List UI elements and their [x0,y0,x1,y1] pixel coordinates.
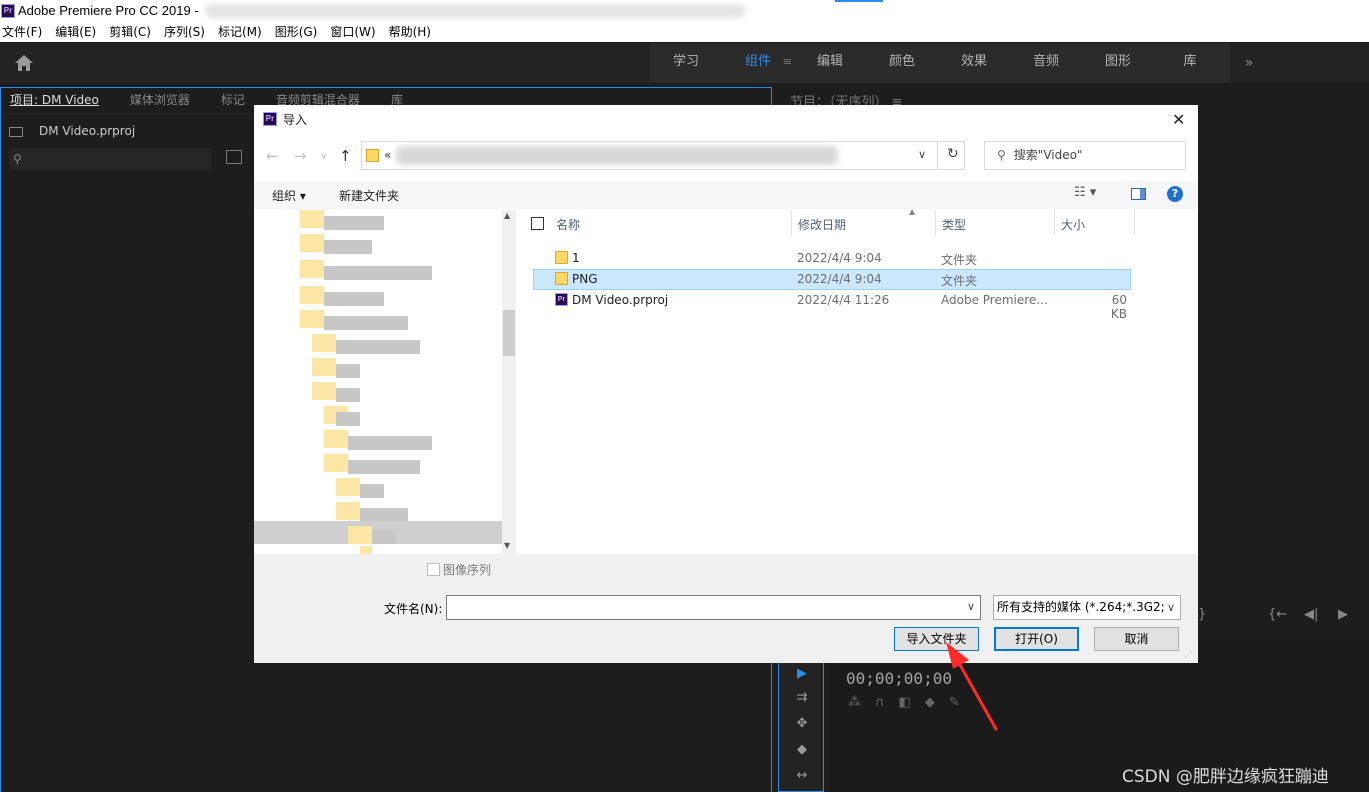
annotation-arrow-shaft [953,654,998,731]
annotation-arrow [946,642,998,731]
annotation-arrow-head [946,642,969,669]
watermark: CSDN @肥胖边缘疯狂蹦迪 [1122,767,1329,787]
